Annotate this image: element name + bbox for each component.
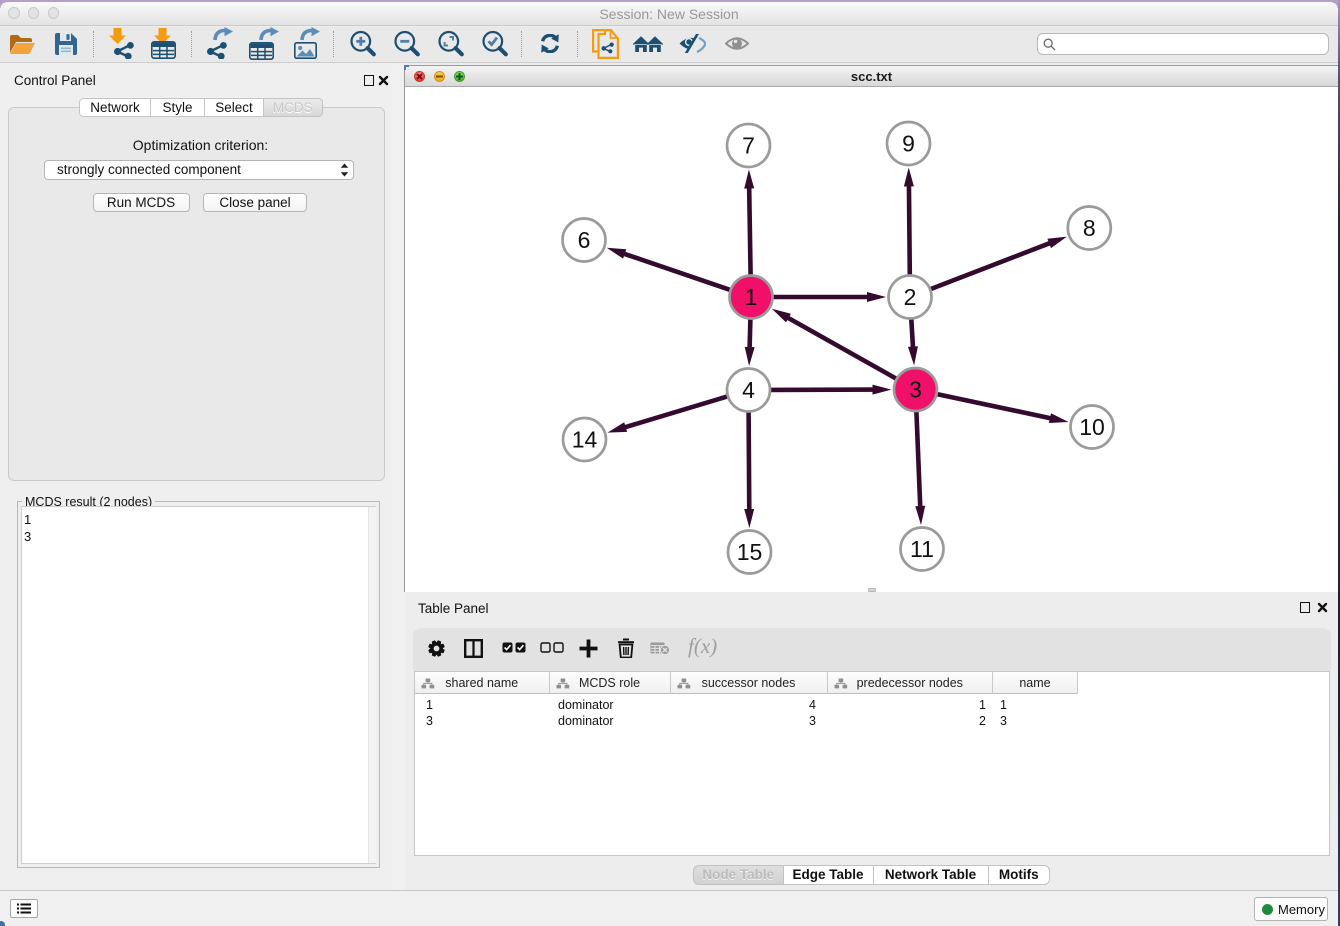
svg-text:9: 9 (902, 131, 915, 157)
svg-text:14: 14 (572, 427, 598, 453)
svg-text:8: 8 (1083, 215, 1096, 241)
svg-text:2: 2 (904, 284, 917, 310)
svg-text:6: 6 (578, 227, 591, 253)
svg-text:10: 10 (1079, 414, 1105, 440)
svg-text:15: 15 (737, 539, 763, 565)
svg-text:3: 3 (909, 377, 922, 403)
svg-text:11: 11 (910, 536, 934, 562)
svg-text:1: 1 (745, 284, 758, 310)
svg-text:4: 4 (742, 377, 755, 403)
svg-text:7: 7 (742, 133, 755, 159)
